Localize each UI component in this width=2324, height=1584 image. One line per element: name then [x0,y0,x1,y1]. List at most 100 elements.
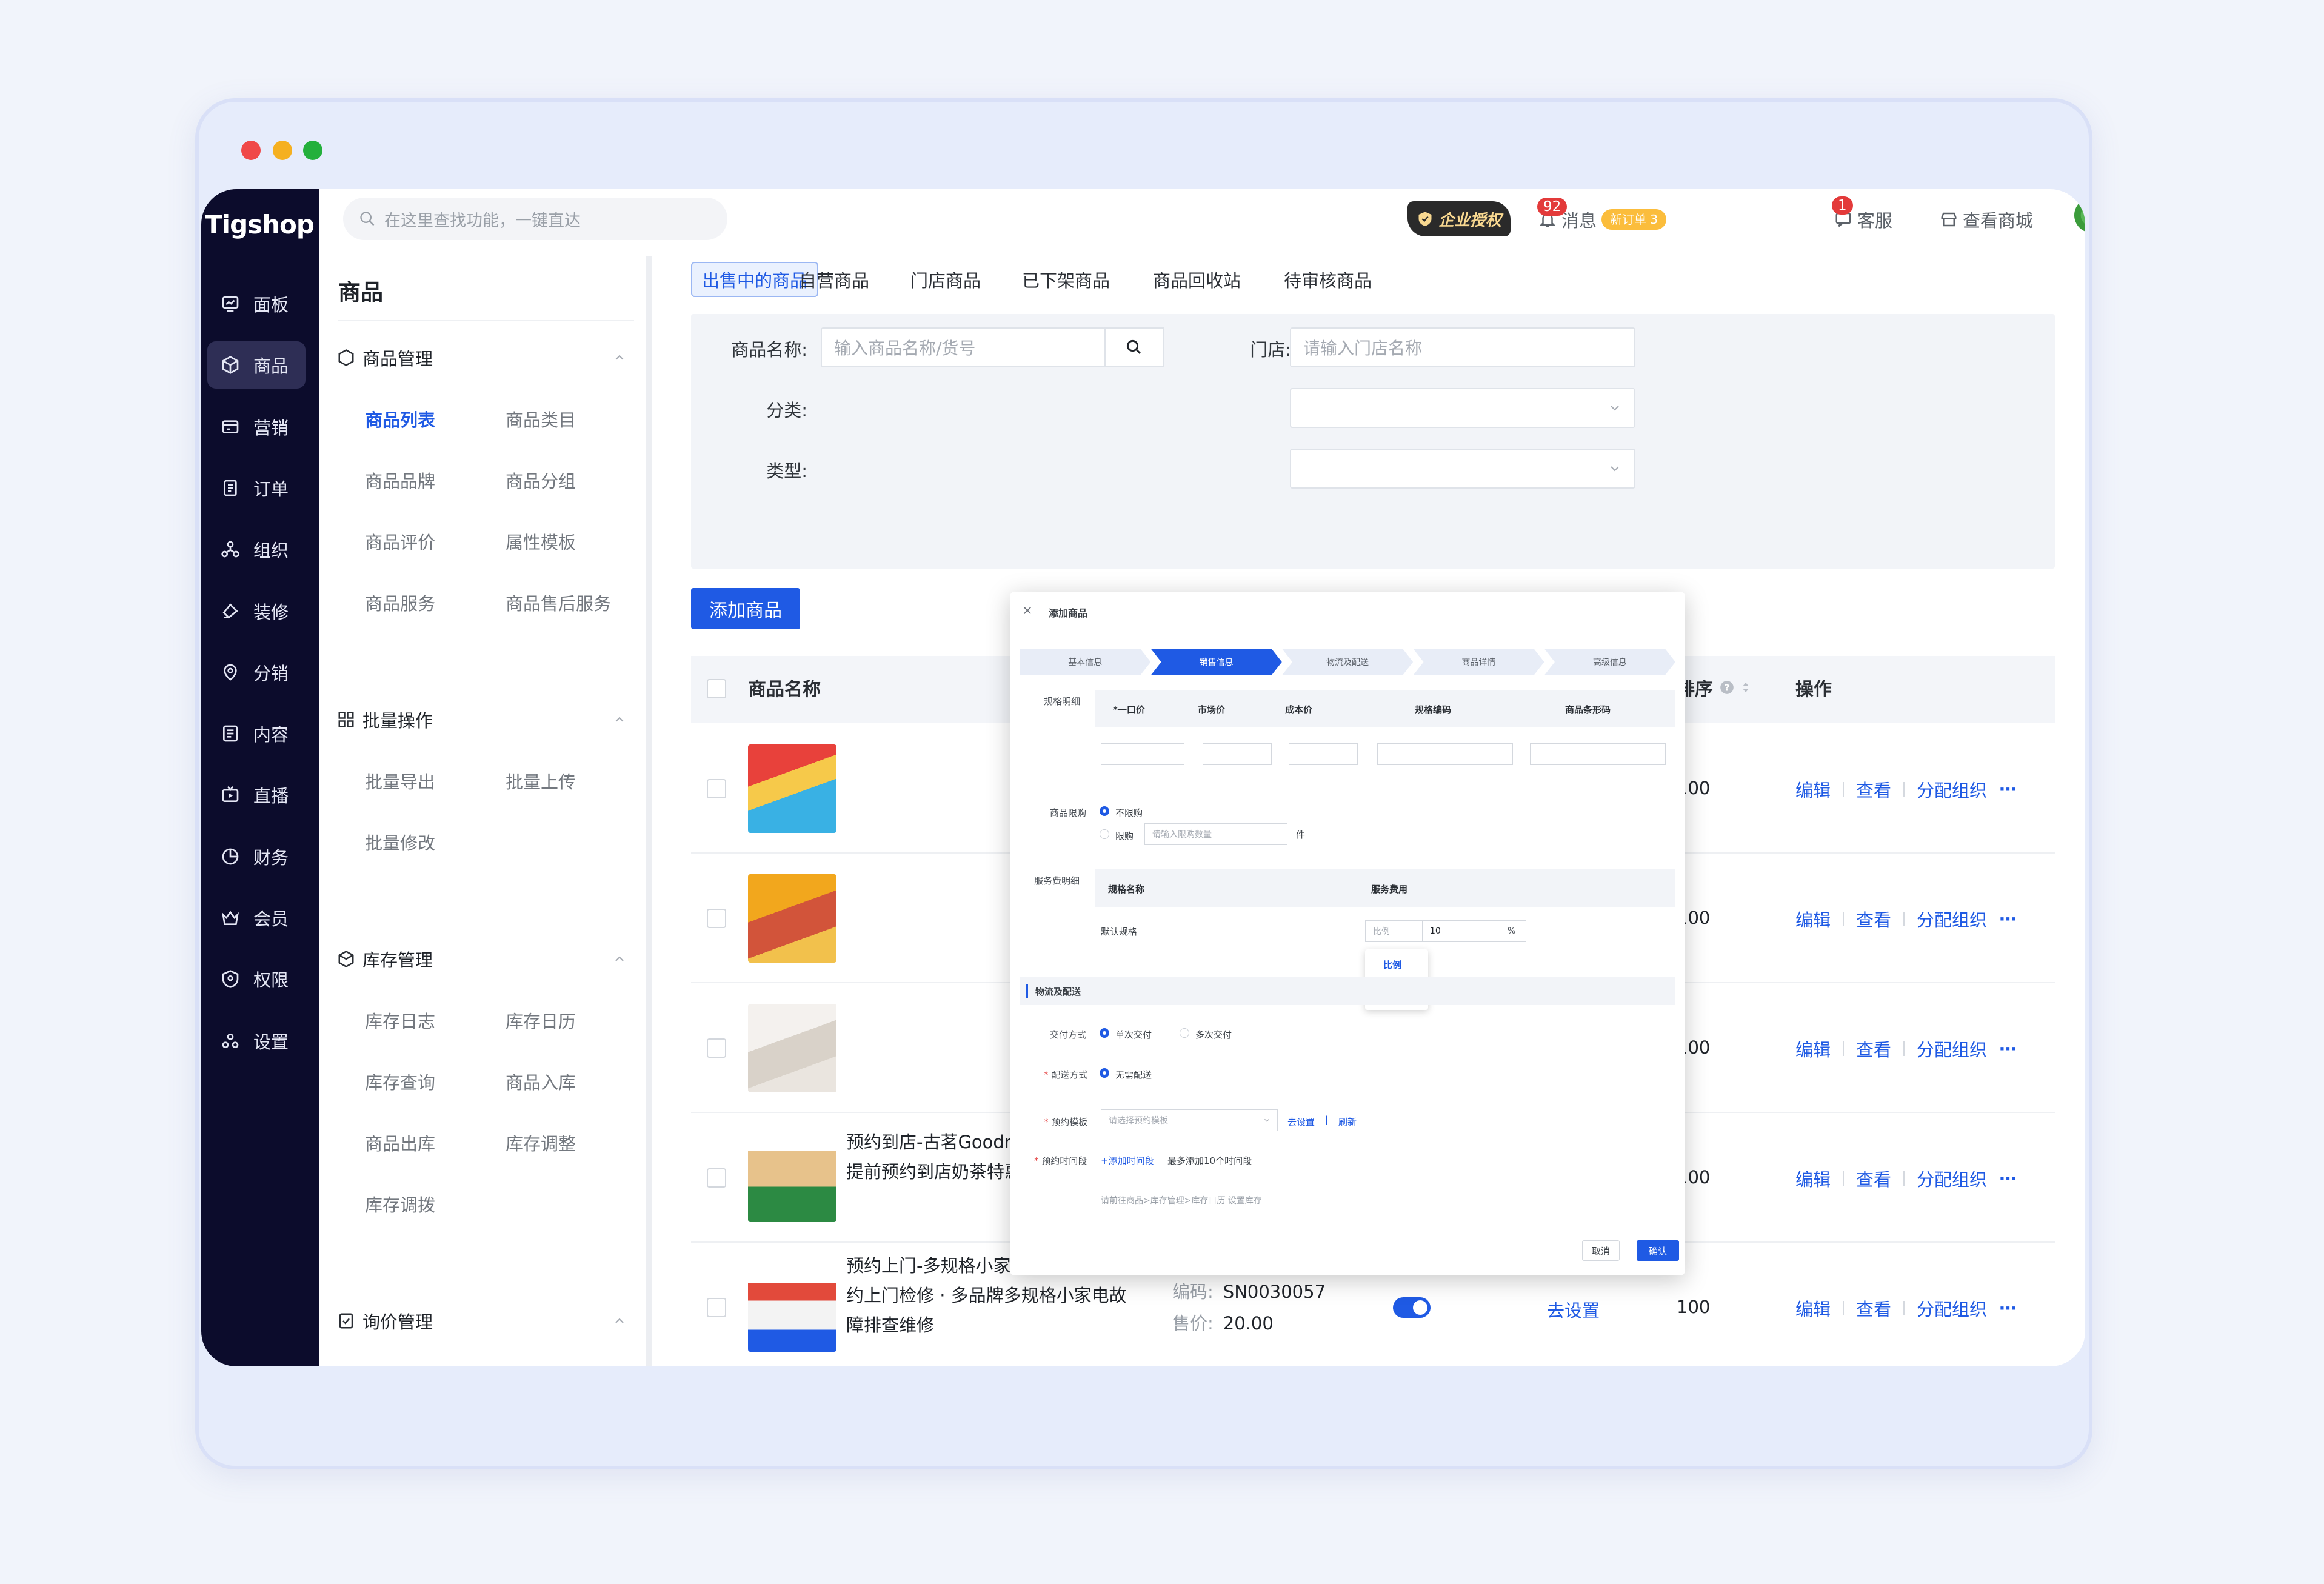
sub-nav-item[interactable]: 商品分组 [506,467,576,493]
rail-item-11[interactable]: 权限 [207,955,306,1003]
limit-yes-radio[interactable] [1100,829,1109,839]
sub-nav-item[interactable]: 库存查询 [365,1069,435,1094]
rail-item-10[interactable]: 会员 [207,894,306,941]
row-checkbox[interactable] [707,1038,726,1058]
product-thumbnail[interactable] [748,1134,836,1222]
sub-nav-item[interactable]: 属性模板 [506,529,576,554]
rail-item-12[interactable]: 设置 [207,1017,306,1064]
row-checkbox[interactable] [707,779,726,798]
template-refresh-link[interactable]: 刷新 [1338,1115,1357,1128]
template-select[interactable]: 请选择预约模板 [1101,1109,1278,1131]
assign-org-link[interactable]: 分配组织 [1917,1295,1987,1321]
sidebar-scrollbar[interactable] [646,256,652,1366]
on-sale-toggle[interactable] [1393,1297,1431,1318]
edit-link[interactable]: 编辑 [1795,906,1831,932]
step-0[interactable]: 基本信息 [1020,649,1151,675]
ship-none-radio[interactable] [1100,1068,1109,1078]
view-link[interactable]: 查看 [1856,1166,1891,1191]
brand-logo[interactable]: Tigshop [205,200,315,249]
sub-nav-item[interactable]: 商品服务 [365,590,435,615]
view-link[interactable]: 查看 [1856,1036,1891,1061]
view-mall-button[interactable]: 查看商城 [1940,201,2033,238]
modal-confirm-button[interactable]: 确认 [1637,1240,1679,1261]
nav-group-3[interactable]: 询价管理 [337,1304,634,1338]
add-product-button[interactable]: 添加商品 [691,588,800,629]
product-thumbnail[interactable] [748,1263,836,1352]
limit-none-radio[interactable] [1100,806,1109,816]
view-link[interactable]: 查看 [1856,777,1891,802]
enterprise-license-badge[interactable]: 企业授权 [1407,201,1511,236]
rail-item-9[interactable]: 财务 [207,833,306,880]
close-window-dot[interactable] [241,141,261,160]
sub-nav-item[interactable]: 库存调整 [506,1130,576,1155]
sub-nav-item[interactable]: 库存调拨 [365,1191,435,1217]
tab-2[interactable]: 门店商品 [910,262,981,297]
assign-org-link[interactable]: 分配组织 [1917,1166,1987,1191]
customer-service-button[interactable]: 1 客服 [1832,196,1892,238]
tab-1[interactable]: 自营商品 [799,262,869,297]
select-all-checkbox[interactable] [707,679,726,698]
search-button[interactable] [1104,327,1164,367]
product-thumbnail[interactable] [748,1004,836,1092]
new-orders-badge[interactable]: 新订单 3 [1601,209,1667,230]
more-icon[interactable]: ⋯ [1999,1038,2017,1059]
sub-nav-item[interactable]: 商品出库 [365,1130,435,1155]
step-4[interactable]: 高级信息 [1544,649,1676,675]
sub-nav-item[interactable]: 商品列表 [365,406,435,432]
maximize-window-dot[interactable] [303,141,322,160]
header-sort[interactable]: 排序? [1677,674,1751,701]
spec-code-input[interactable] [1377,743,1513,765]
minimize-window-dot[interactable] [273,141,292,160]
rail-item-7[interactable]: 内容 [207,710,306,757]
sub-nav-item[interactable]: 商品入库 [506,1069,576,1094]
cost-price-input[interactable] [1289,743,1358,765]
more-icon[interactable]: ⋯ [1999,1168,2017,1189]
global-search-input[interactable]: 在这里查找功能，一键直达 [343,198,727,240]
stock-set-link[interactable]: 去设置 [1547,1297,1600,1322]
edit-link[interactable]: 编辑 [1795,1295,1831,1321]
more-icon[interactable]: ⋯ [1999,1298,2017,1318]
template-set-link[interactable]: 去设置 [1287,1115,1315,1128]
price-input[interactable] [1101,743,1184,765]
assign-org-link[interactable]: 分配组织 [1917,777,1987,802]
nav-group-0[interactable]: 商品管理 [337,341,634,375]
assign-org-link[interactable]: 分配组织 [1917,906,1987,932]
sub-nav-item[interactable]: 批量修改 [365,829,435,855]
category-select[interactable] [1290,388,1635,428]
rail-item-3[interactable]: 订单 [207,464,306,512]
nav-group-1[interactable]: 批量操作 [337,703,634,737]
sub-nav-item[interactable]: 商品评价 [365,529,435,554]
delivery-multi-radio[interactable] [1180,1028,1189,1038]
assign-org-link[interactable]: 分配组织 [1917,1036,1987,1061]
product-thumbnail[interactable] [748,874,836,963]
step-2[interactable]: 物流及配送 [1281,649,1414,675]
type-select[interactable] [1290,449,1635,489]
more-icon[interactable]: ⋯ [1999,779,2017,800]
close-icon[interactable] [1022,605,1033,616]
rail-item-5[interactable]: 装修 [207,587,306,635]
product-name-input[interactable]: 输入商品名称/货号 [821,327,1106,367]
edit-link[interactable]: 编辑 [1795,1166,1831,1191]
fee-mode-select[interactable]: 比例 [1365,920,1423,942]
step-1[interactable]: 销售信息 [1150,649,1282,675]
edit-link[interactable]: 编辑 [1795,1036,1831,1061]
more-icon[interactable]: ⋯ [1999,909,2017,929]
delivery-single-radio[interactable] [1100,1028,1109,1038]
rail-item-8[interactable]: 直播 [207,771,306,818]
sub-nav-item[interactable]: 商品类目 [506,406,576,432]
view-link[interactable]: 查看 [1856,1295,1891,1321]
row-checkbox[interactable] [707,1298,726,1317]
product-thumbnail[interactable] [748,744,836,833]
row-checkbox[interactable] [707,909,726,928]
tab-5[interactable]: 待审核商品 [1284,262,1372,297]
edit-link[interactable]: 编辑 [1795,777,1831,802]
tab-3[interactable]: 已下架商品 [1022,262,1110,297]
add-period-link[interactable]: +添加时间段 [1101,1154,1154,1167]
sub-nav-item[interactable]: 批量导出 [365,768,435,794]
sub-nav-item[interactable]: 批量上传 [506,768,576,794]
sub-nav-item[interactable]: 商品售后服务 [506,590,611,615]
dropdown-option-ratio[interactable]: 比例 [1365,953,1428,977]
row-checkbox[interactable] [707,1168,726,1188]
user-avatar[interactable] [2074,198,2085,233]
messages-button[interactable]: 92 消息 新订单 3 [1537,198,1667,238]
